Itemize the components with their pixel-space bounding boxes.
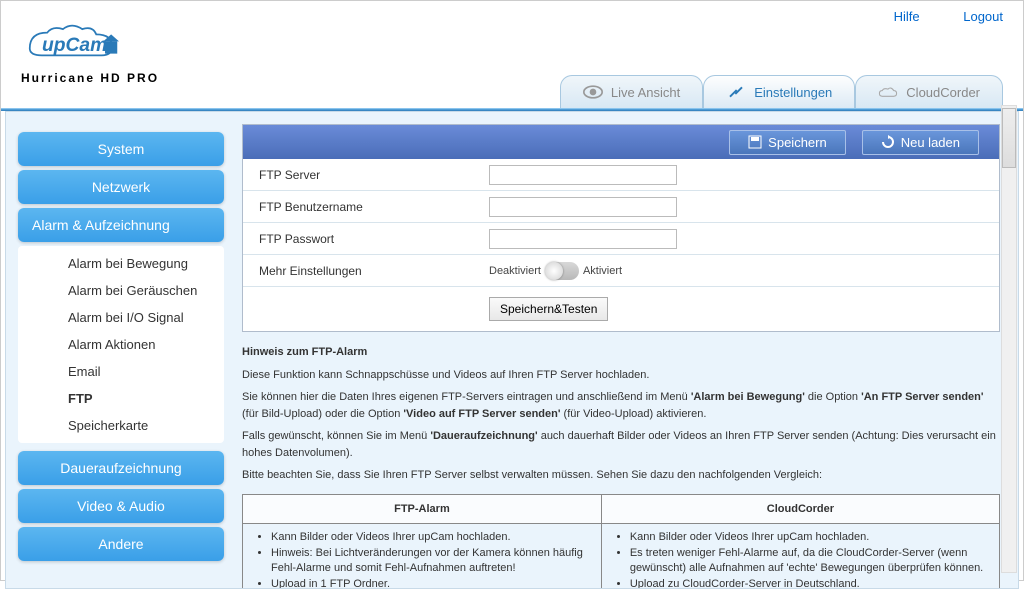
scrollbar-thumb[interactable] <box>1002 108 1016 168</box>
ftp-pass-input[interactable] <box>489 229 677 249</box>
content-area: Speichern Neu laden FTP Server FTP Benut… <box>236 112 1018 588</box>
sidebar-item-email[interactable]: Email <box>18 358 224 385</box>
sidebar-other[interactable]: Andere <box>18 527 224 561</box>
ftp-panel: Speichern Neu laden FTP Server FTP Benut… <box>242 124 1000 332</box>
sidebar-system[interactable]: System <box>18 132 224 166</box>
sidebar-item-storage[interactable]: Speicherkarte <box>18 412 224 439</box>
save-icon <box>748 135 762 149</box>
svg-text:upCam: upCam <box>42 35 107 56</box>
sidebar: System Netzwerk Alarm & Aufzeichnung Ala… <box>6 112 236 588</box>
ftp-user-input[interactable] <box>489 197 677 217</box>
hint-p3: Falls gewünscht, können Sie im Menü 'Dau… <box>242 428 1000 461</box>
hint-p4: Bitte beachten Sie, dass Sie Ihren FTP S… <box>242 467 1000 484</box>
sidebar-item-ftp[interactable]: FTP <box>18 385 224 412</box>
toggle-on-label: Aktiviert <box>583 265 622 277</box>
sidebar-video[interactable]: Video & Audio <box>18 489 224 523</box>
save-test-button[interactable]: Speichern&Testen <box>489 297 608 321</box>
toggle-off-label: Deaktiviert <box>489 265 541 277</box>
compare-table: FTP-Alarm CloudCorder Kann Bilder oder V… <box>242 494 1000 589</box>
sidebar-item-sound[interactable]: Alarm bei Geräuschen <box>18 277 224 304</box>
label-ftp-user: FTP Benutzername <box>243 194 483 220</box>
reload-icon <box>881 135 895 149</box>
reload-button[interactable]: Neu laden <box>862 130 979 155</box>
th-cloudcorder: CloudCorder <box>601 494 999 524</box>
hint-p1: Diese Funktion kann Schnappschüsse und V… <box>242 367 1000 384</box>
sidebar-record[interactable]: Daueraufzeichnung <box>18 451 224 485</box>
eye-icon <box>583 84 603 100</box>
th-ftp: FTP-Alarm <box>243 494 602 524</box>
save-button[interactable]: Speichern <box>729 130 846 155</box>
ftp-server-input[interactable] <box>489 165 677 185</box>
hint-title: Hinweis zum FTP-Alarm <box>242 344 1000 361</box>
td-ftp: Kann Bilder oder Videos Ihrer upCam hoch… <box>243 524 602 589</box>
more-settings-toggle[interactable] <box>545 262 579 280</box>
tab-cloudcorder[interactable]: CloudCorder <box>855 75 1003 108</box>
sidebar-network[interactable]: Netzwerk <box>18 170 224 204</box>
sidebar-alarm[interactable]: Alarm & Aufzeichnung <box>18 208 224 242</box>
tab-settings[interactable]: Einstellungen <box>703 75 855 108</box>
logout-link[interactable]: Logout <box>963 9 1003 24</box>
label-ftp-pass: FTP Passwort <box>243 226 483 252</box>
tools-icon <box>726 84 746 100</box>
hint-p2: Sie können hier die Daten Ihres eigenen … <box>242 389 1000 422</box>
tab-live[interactable]: Live Ansicht <box>560 75 703 108</box>
label-ftp-server: FTP Server <box>243 162 483 188</box>
scrollbar[interactable] <box>1001 105 1017 573</box>
logo: upCam Hurricane HD PRO <box>21 9 161 85</box>
sidebar-item-motion[interactable]: Alarm bei Bewegung <box>18 250 224 277</box>
sidebar-item-io[interactable]: Alarm bei I/O Signal <box>18 304 224 331</box>
sidebar-item-actions[interactable]: Alarm Aktionen <box>18 331 224 358</box>
sidebar-submenu: Alarm bei Bewegung Alarm bei Geräuschen … <box>18 246 224 443</box>
cloud-icon <box>878 84 898 100</box>
hint-section: Hinweis zum FTP-Alarm Diese Funktion kan… <box>242 344 1000 588</box>
td-cloudcorder: Kann Bilder oder Videos Ihrer upCam hoch… <box>601 524 999 589</box>
help-link[interactable]: Hilfe <box>894 9 920 24</box>
label-more-settings: Mehr Einstellungen <box>243 258 483 284</box>
